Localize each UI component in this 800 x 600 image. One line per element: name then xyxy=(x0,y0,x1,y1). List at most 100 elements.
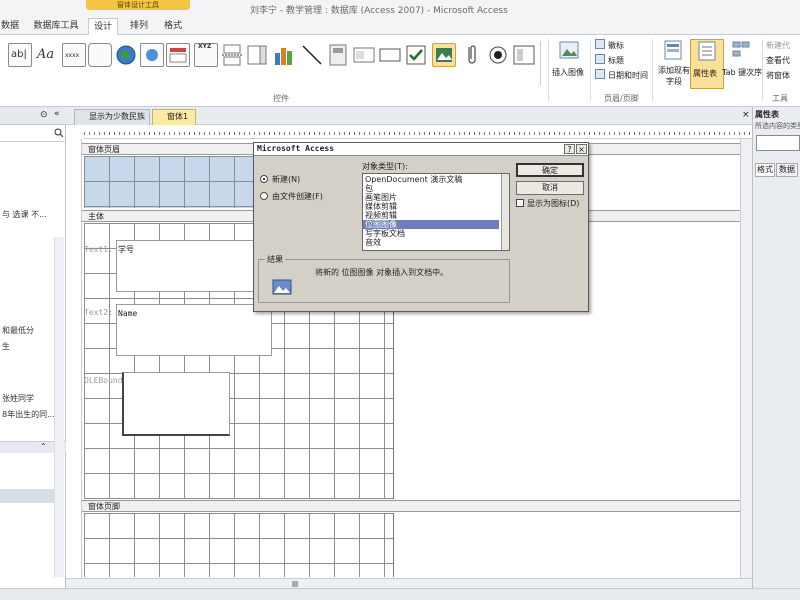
text2-textbox[interactable]: Name xyxy=(116,304,272,356)
property-sheet-icon xyxy=(698,41,716,61)
list-item[interactable]: 音效 xyxy=(365,238,381,247)
nav-search-input[interactable] xyxy=(0,126,66,142)
label-control-button[interactable]: Aa xyxy=(36,43,60,67)
nav-scrollbar[interactable] xyxy=(54,237,64,577)
nav-item[interactable]: 生 xyxy=(2,341,10,352)
collapse-icon[interactable]: ⌃ xyxy=(40,442,47,451)
ole-bound-label[interactable]: OLEBound xyxy=(84,376,123,385)
textbox-control-button[interactable]: ab| xyxy=(8,43,32,67)
attachment-icon[interactable] xyxy=(460,43,484,67)
props-tab-data[interactable]: 数据 xyxy=(776,163,798,177)
footer-section-grid[interactable] xyxy=(84,513,394,577)
option-button-icon[interactable] xyxy=(486,43,510,67)
title-button[interactable]: 标题 xyxy=(608,55,624,66)
tab-order-button[interactable]: Tab 键次序 xyxy=(722,39,762,89)
chart-icon[interactable] xyxy=(272,43,296,67)
page-break-button[interactable] xyxy=(220,43,244,67)
ole-bound-frame[interactable] xyxy=(122,372,230,436)
insert-image-button[interactable]: 插入图像 xyxy=(552,39,586,89)
nav-header[interactable]: ⊙ « xyxy=(0,107,66,125)
insert-object-dialog: Microsoft Access ? × 新建(N) 由文件创建(F) 对象类型… xyxy=(253,142,589,312)
section-footer-bar[interactable]: 窗体页脚 xyxy=(82,500,752,512)
checkbox-icon[interactable] xyxy=(404,43,428,67)
tab-database-tools[interactable]: 数据库工具 xyxy=(30,18,82,35)
button-control-button[interactable]: xxxx xyxy=(62,43,86,67)
ribbon-separator xyxy=(652,39,653,101)
object-type-list[interactable]: OpenDocument 演示文稿 包 画笔图片 媒体剪辑 视频剪辑 位图图像 … xyxy=(362,173,510,251)
text1-label[interactable]: Text1: xyxy=(84,245,113,254)
tab-format[interactable]: 格式 xyxy=(158,18,188,35)
ribbon-tabs: 数据 数据库工具 设计 排列 格式 xyxy=(0,17,800,36)
close-document-icon[interactable]: × xyxy=(742,110,750,120)
tab-arrange[interactable]: 排列 xyxy=(124,18,154,35)
new-code-button[interactable]: 新建代 xyxy=(766,40,790,51)
controls-gallery-scroll[interactable] xyxy=(540,41,546,85)
view-code-button[interactable]: 查看代 xyxy=(766,55,790,66)
help-icon[interactable]: ? xyxy=(564,144,575,154)
chevron-down-icon[interactable]: ⊙ xyxy=(40,110,48,120)
list-scrollbar[interactable] xyxy=(501,174,509,250)
show-as-icon-checkbox[interactable] xyxy=(516,199,524,207)
hyperlink-icon[interactable] xyxy=(114,43,138,67)
title-bar: 窗体设计工具 刘李宁 - 教学管理 : 数据库 (Access 2007) - … xyxy=(0,0,800,17)
property-sheet-button[interactable]: 属性表 xyxy=(690,39,724,89)
radio-create-new-label[interactable]: 新建(N) xyxy=(272,174,300,185)
radio-create-from-file[interactable] xyxy=(260,192,268,200)
list-box-icon[interactable] xyxy=(352,43,376,67)
radio-create-from-file-label[interactable]: 由文件创建(F) xyxy=(272,191,323,202)
ribbon-separator xyxy=(548,39,549,101)
nav-item[interactable]: 与 选课 不... xyxy=(2,209,47,220)
convert-macros-button[interactable]: 将窗体 xyxy=(766,70,790,81)
list-item-selected[interactable]: 位图图像 xyxy=(363,220,499,229)
logo-button[interactable]: 徽标 xyxy=(608,40,624,51)
toggle-button-icon[interactable] xyxy=(326,43,350,67)
line-icon[interactable] xyxy=(300,43,324,67)
combo-box-button[interactable] xyxy=(246,43,270,67)
nav-close-icon[interactable]: « xyxy=(54,109,60,119)
nav-item[interactable]: 和最低分 xyxy=(2,325,34,336)
list-item[interactable]: 包 xyxy=(365,184,373,193)
datetime-button[interactable]: 日期和时间 xyxy=(608,70,648,81)
vertical-scrollbar[interactable] xyxy=(740,139,752,579)
ok-button[interactable]: 确定 xyxy=(516,163,584,177)
hscroll-thumb[interactable] xyxy=(292,581,298,587)
tools-group-label: 工具 xyxy=(772,94,788,103)
tab-design[interactable]: 设计 xyxy=(88,18,118,36)
web-browser-control-button[interactable] xyxy=(140,43,164,67)
list-item[interactable]: 写字板文档 xyxy=(365,229,405,238)
text1-textbox[interactable]: 学号 xyxy=(116,240,256,292)
add-existing-fields-button[interactable]: 添加现有字段 xyxy=(656,39,690,89)
close-icon[interactable]: × xyxy=(576,144,587,154)
navigation-control-button[interactable] xyxy=(166,43,190,67)
tab-control-button[interactable] xyxy=(88,43,112,67)
search-icon[interactable] xyxy=(54,128,64,138)
props-tab-format[interactable]: 格式 xyxy=(755,163,775,177)
list-item[interactable]: OpenDocument 演示文稿 xyxy=(365,175,462,184)
fields-list-icon xyxy=(664,40,682,60)
subform-icon[interactable] xyxy=(512,43,536,67)
rectangle-icon[interactable] xyxy=(378,43,402,67)
selection-type-dropdown[interactable] xyxy=(756,135,800,151)
radio-create-new[interactable] xyxy=(260,175,268,183)
list-item[interactable]: 画笔图片 xyxy=(365,193,397,202)
doc-tab-minority[interactable]: 显示为少数民族 xyxy=(74,109,150,125)
option-group-button[interactable]: XYZ xyxy=(194,43,218,67)
nav-item[interactable]: 张姓同学 xyxy=(2,393,34,404)
tab-order-icon xyxy=(732,41,750,57)
text2-label[interactable]: Text2: xyxy=(84,308,113,317)
cancel-button[interactable]: 取消 xyxy=(516,181,584,195)
ribbon: ab| Aa xxxx XYZ 控件 插入图像 徽标 标题 日期和时间 页眉/页… xyxy=(0,35,800,107)
list-item[interactable]: 视频剪辑 xyxy=(365,211,397,220)
ribbon-separator xyxy=(762,39,763,101)
nav-selected-item[interactable] xyxy=(0,489,54,503)
list-item[interactable]: 媒体剪辑 xyxy=(365,202,397,211)
datetime-icon xyxy=(595,69,605,79)
unbound-object-frame-icon[interactable] xyxy=(432,43,456,67)
nav-item[interactable]: 8年出生的同... xyxy=(2,409,55,420)
tab-data[interactable]: 数据 xyxy=(0,18,20,35)
bitmap-object-icon xyxy=(272,279,292,295)
show-as-icon-label[interactable]: 显示为图标(D) xyxy=(527,198,579,209)
doc-tab-form1[interactable]: 窗体1 xyxy=(152,109,196,125)
horizontal-scrollbar[interactable] xyxy=(66,578,752,588)
document-tabs: 显示为少数民族 窗体1 × xyxy=(66,107,752,125)
